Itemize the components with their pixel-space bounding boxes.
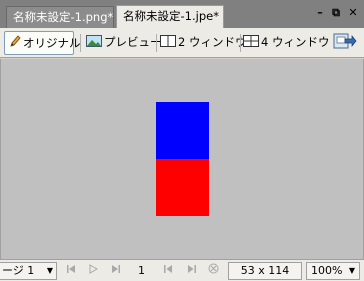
four-window-button[interactable]: 4 ウィンドウ (243, 31, 329, 55)
play-icon[interactable] (88, 263, 99, 279)
pencil-icon (9, 33, 21, 55)
preview-button[interactable]: プレビュー (86, 31, 162, 55)
tab-png-document[interactable]: 名称未設定-1.png* (6, 6, 114, 28)
toolbar-divider (80, 34, 81, 52)
tab-jpe-document[interactable]: 名称未設定-1.jpe* (116, 5, 224, 29)
minimize-icon[interactable]: – (314, 7, 326, 19)
original-view-label: オリジナル (23, 36, 81, 50)
prev-keyframe-icon[interactable] (163, 263, 173, 279)
document-canvas[interactable] (0, 59, 364, 259)
two-window-label: 2 ウィンドウ (178, 35, 247, 49)
stop-icon[interactable] (208, 263, 219, 279)
first-frame-icon[interactable] (66, 263, 76, 279)
image-dimensions: 53 x 114 (228, 262, 302, 280)
document-tab-bar: 名称未設定-1.png* 名称未設定-1.jpe* – ⧉ ✕ (0, 0, 364, 29)
two-window-icon (160, 32, 176, 54)
four-window-label: 4 ウィンドウ (261, 35, 330, 49)
page-label: ージ 1 (2, 264, 35, 277)
dropdown-arrow-icon: ▼ (348, 266, 355, 275)
toolbar-divider (156, 34, 157, 52)
last-frame-icon[interactable] (111, 263, 121, 279)
export-button[interactable] (333, 31, 361, 55)
red-block (156, 159, 209, 216)
original-view-button[interactable]: オリジナル (4, 31, 81, 55)
status-bar: ージ 1 ▼ 1 53 x 114 100% ▼ (0, 259, 364, 281)
image-icon (86, 32, 102, 54)
export-icon (333, 31, 357, 58)
view-toolbar: オリジナル プレビュー 2 ウィンドウ 4 ウィンドウ (0, 28, 364, 58)
toolbar-divider (240, 34, 241, 52)
page-selector[interactable]: ージ 1 ▼ (0, 262, 57, 280)
dropdown-arrow-icon: ▼ (46, 266, 53, 275)
frame-number: 1 (138, 264, 145, 277)
four-window-icon (243, 32, 259, 54)
zoom-selector[interactable]: 100% ▼ (306, 262, 360, 280)
blue-block (156, 102, 209, 159)
restore-icon[interactable]: ⧉ (330, 7, 342, 19)
close-icon[interactable]: ✕ (347, 7, 359, 19)
next-keyframe-icon[interactable] (187, 263, 197, 279)
zoom-value: 100% (311, 264, 343, 277)
two-window-button[interactable]: 2 ウィンドウ (160, 31, 246, 55)
preview-label: プレビュー (104, 35, 162, 49)
